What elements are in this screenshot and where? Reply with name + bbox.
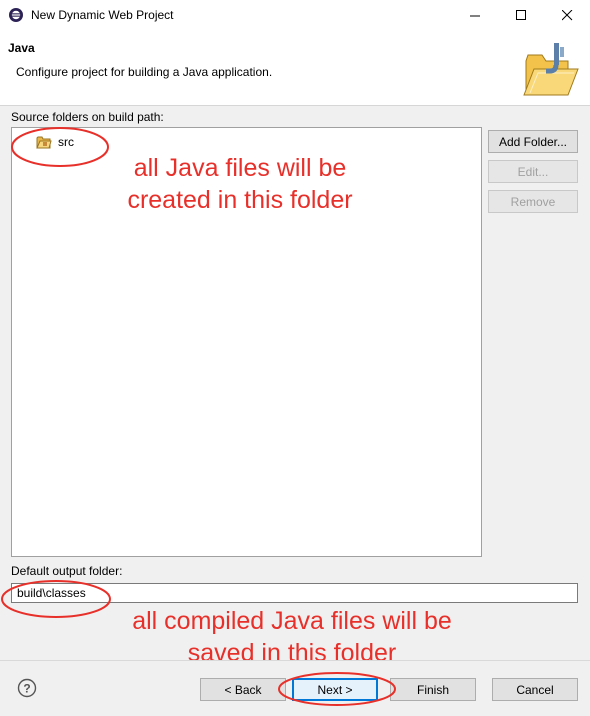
title-bar: New Dynamic Web Project — [0, 0, 590, 31]
package-folder-icon — [36, 136, 52, 149]
close-icon — [561, 10, 572, 21]
eclipse-app-icon — [9, 8, 23, 22]
minimize-icon — [469, 15, 480, 17]
output-folder-label: Default output folder: — [11, 564, 123, 578]
annotation-source-line2: created in this folder — [127, 186, 353, 214]
output-folder-input[interactable] — [11, 583, 578, 603]
add-folder-button[interactable]: Add Folder... — [488, 130, 578, 153]
close-button[interactable] — [544, 0, 590, 31]
remove-button[interactable]: Remove — [488, 190, 578, 213]
svg-text:?: ? — [23, 682, 30, 696]
minimize-button[interactable] — [452, 0, 498, 31]
page-title: Java — [8, 41, 35, 55]
maximize-button[interactable] — [498, 0, 544, 31]
annotation-output-line1: all compiled Java files will be — [132, 607, 452, 635]
help-icon[interactable]: ? — [17, 678, 37, 698]
java-folder-wizard-icon — [523, 43, 579, 96]
finish-button[interactable]: Finish — [390, 678, 476, 701]
wizard-header: Java Configure project for building a Ja… — [0, 31, 590, 106]
window-title: New Dynamic Web Project — [31, 8, 174, 22]
edit-button[interactable]: Edit... — [488, 160, 578, 183]
maximize-icon — [515, 10, 526, 20]
annotation-source-line1: all Java files will be — [133, 154, 347, 182]
list-item-label: src — [58, 135, 74, 149]
back-button[interactable]: < Back — [200, 678, 286, 701]
annotation-output-line2: saved in this folder — [187, 639, 397, 667]
source-folders-label: Source folders on build path: — [11, 110, 164, 124]
list-item[interactable]: src — [36, 135, 74, 149]
cancel-button[interactable]: Cancel — [492, 678, 578, 701]
footer-separator — [0, 660, 590, 661]
next-button[interactable]: Next > — [292, 678, 378, 701]
page-description: Configure project for building a Java ap… — [16, 65, 273, 79]
